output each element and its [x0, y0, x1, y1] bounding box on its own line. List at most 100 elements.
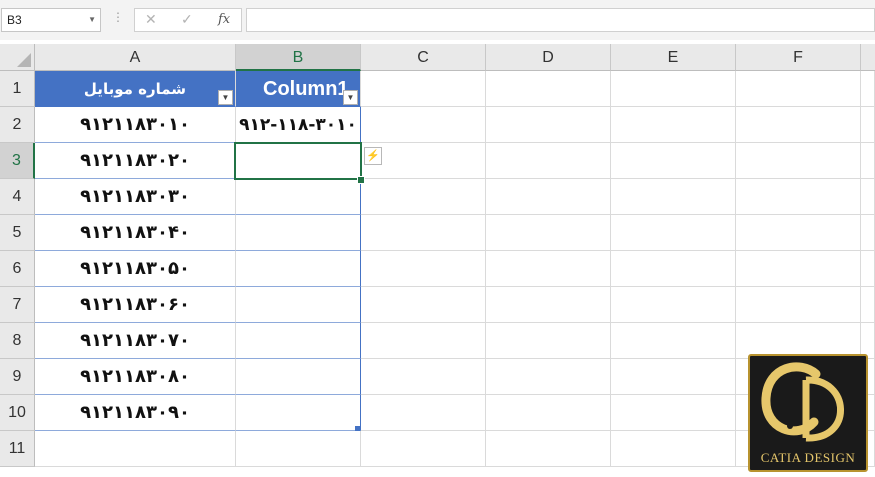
cell-d7[interactable]	[486, 287, 611, 323]
cell-f1[interactable]	[736, 71, 861, 107]
row-header-6[interactable]: 6	[0, 251, 35, 287]
cell-e2[interactable]	[611, 107, 736, 143]
filter-dropdown-icon[interactable]: ▼	[343, 90, 358, 105]
cell-c5[interactable]	[361, 215, 486, 251]
cell-b8[interactable]	[236, 323, 361, 359]
cell-e6[interactable]	[611, 251, 736, 287]
fill-handle[interactable]	[357, 176, 365, 184]
cell-e1[interactable]	[611, 71, 736, 107]
column-header-g[interactable]	[861, 44, 875, 71]
cell-b2[interactable]: ۹۱۲-۱۱۸-۳۰۱۰	[236, 107, 361, 143]
cell-c10[interactable]	[361, 395, 486, 431]
name-box[interactable]: B3 ▼	[1, 8, 101, 32]
table-header-mobile-number[interactable]: شماره موبایل	[35, 71, 236, 107]
insert-function-icon[interactable]: fx	[218, 12, 230, 27]
cell-a8[interactable]: ۹۱۲۱۱۸۳۰۷۰	[35, 323, 236, 359]
cell-c4[interactable]	[361, 179, 486, 215]
cell-e3[interactable]	[611, 143, 736, 179]
formula-input[interactable]	[246, 8, 875, 32]
row-header-9[interactable]: 9	[0, 359, 35, 395]
cell-f5[interactable]	[736, 215, 861, 251]
cell-f6[interactable]	[736, 251, 861, 287]
cell-d10[interactable]	[486, 395, 611, 431]
cell-d8[interactable]	[486, 323, 611, 359]
formula-buttons: ✕ ✓ fx	[134, 8, 242, 32]
cell-a6[interactable]: ۹۱۲۱۱۸۳۰۵۰	[35, 251, 236, 287]
cell-d9[interactable]	[486, 359, 611, 395]
cell-a4[interactable]: ۹۱۲۱۱۸۳۰۳۰	[35, 179, 236, 215]
cell-d11[interactable]	[486, 431, 611, 467]
cell-c1[interactable]	[361, 71, 486, 107]
row-header-11[interactable]: 11	[0, 431, 35, 467]
cell-a9[interactable]: ۹۱۲۱۱۸۳۰۸۰	[35, 359, 236, 395]
cell-b10[interactable]	[236, 395, 361, 431]
cell-b9[interactable]	[236, 359, 361, 395]
row-header-4[interactable]: 4	[0, 179, 35, 215]
cell-f2[interactable]	[736, 107, 861, 143]
row-header-8[interactable]: 8	[0, 323, 35, 359]
cell-a5[interactable]: ۹۱۲۱۱۸۳۰۴۰	[35, 215, 236, 251]
cell-g1[interactable]	[861, 71, 875, 107]
cell-e4[interactable]	[611, 179, 736, 215]
cell-c7[interactable]	[361, 287, 486, 323]
cell-c8[interactable]	[361, 323, 486, 359]
column-header-d[interactable]: D	[486, 44, 611, 71]
cell-d4[interactable]	[486, 179, 611, 215]
cell-g3[interactable]	[861, 143, 875, 179]
filter-dropdown-icon[interactable]: ▼	[218, 90, 233, 105]
row-header-2[interactable]: 2	[0, 107, 35, 143]
cell-e10[interactable]	[611, 395, 736, 431]
row-header-5[interactable]: 5	[0, 215, 35, 251]
cell-e9[interactable]	[611, 359, 736, 395]
cell-g6[interactable]	[861, 251, 875, 287]
cell-a10[interactable]: ۹۱۲۱۱۸۳۰۹۰	[35, 395, 236, 431]
row-header-3[interactable]: 3	[0, 143, 35, 179]
cell-e7[interactable]	[611, 287, 736, 323]
cell-b11[interactable]	[236, 431, 361, 467]
column-header-f[interactable]: F	[736, 44, 861, 71]
enter-icon[interactable]: ✓	[181, 11, 193, 28]
cell-g5[interactable]	[861, 215, 875, 251]
cell-f4[interactable]	[736, 179, 861, 215]
cancel-icon[interactable]: ✕	[145, 11, 157, 28]
cell-f3[interactable]	[736, 143, 861, 179]
cell-d5[interactable]	[486, 215, 611, 251]
catia-design-logo: CATIA DESIGN	[748, 354, 868, 472]
column-header-e[interactable]: E	[611, 44, 736, 71]
name-box-value: B3	[7, 13, 22, 27]
row-header-7[interactable]: 7	[0, 287, 35, 323]
cell-g2[interactable]	[861, 107, 875, 143]
cell-d2[interactable]	[486, 107, 611, 143]
select-all-corner[interactable]	[0, 44, 35, 71]
cell-e5[interactable]	[611, 215, 736, 251]
cell-c9[interactable]	[361, 359, 486, 395]
cell-g4[interactable]	[861, 179, 875, 215]
table-resize-handle[interactable]	[355, 426, 360, 431]
cell-e11[interactable]	[611, 431, 736, 467]
cell-d3[interactable]	[486, 143, 611, 179]
cell-a7[interactable]: ۹۱۲۱۱۸۳۰۶۰	[35, 287, 236, 323]
chevron-down-icon[interactable]: ▼	[88, 9, 96, 31]
cell-c2[interactable]	[361, 107, 486, 143]
cell-c11[interactable]	[361, 431, 486, 467]
cell-c6[interactable]	[361, 251, 486, 287]
cell-a11[interactable]	[35, 431, 236, 467]
cell-b5[interactable]	[236, 215, 361, 251]
cell-f7[interactable]	[736, 287, 861, 323]
column-header-b[interactable]: B	[236, 44, 361, 71]
row-header-10[interactable]: 10	[0, 395, 35, 431]
cell-b6[interactable]	[236, 251, 361, 287]
cell-a2[interactable]: ۹۱۲۱۱۸۳۰۱۰	[35, 107, 236, 143]
cell-g7[interactable]	[861, 287, 875, 323]
drag-dots-icon[interactable]: ⋮	[112, 10, 124, 24]
column-header-a[interactable]: A	[35, 44, 236, 71]
cell-e8[interactable]	[611, 323, 736, 359]
row-header-1[interactable]: 1	[0, 71, 35, 107]
cell-d6[interactable]	[486, 251, 611, 287]
cell-b7[interactable]	[236, 287, 361, 323]
flash-fill-icon[interactable]: ⚡	[364, 147, 382, 165]
column-header-c[interactable]: C	[361, 44, 486, 71]
cell-a3[interactable]: ۹۱۲۱۱۸۳۰۲۰	[35, 143, 236, 179]
cell-d1[interactable]	[486, 71, 611, 107]
cell-b4[interactable]	[236, 179, 361, 215]
